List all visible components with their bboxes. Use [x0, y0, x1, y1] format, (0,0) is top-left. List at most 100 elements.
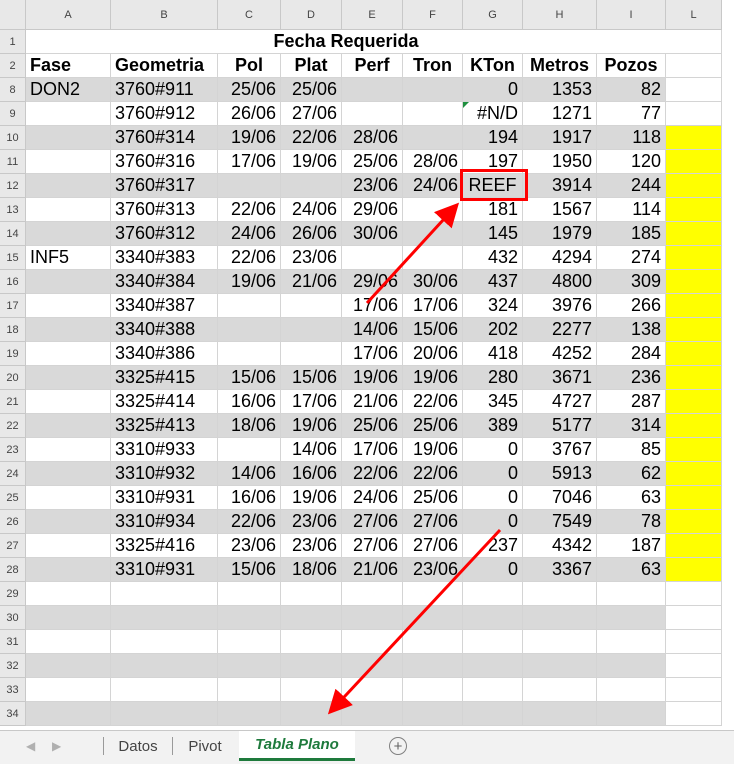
table-cell[interactable]	[218, 606, 281, 630]
table-cell[interactable]: 22/06	[403, 462, 463, 486]
grid-cell-l[interactable]	[666, 510, 722, 534]
table-cell[interactable]: 14/06	[342, 318, 403, 342]
table-cell[interactable]	[403, 198, 463, 222]
row-header[interactable]: 8	[0, 78, 26, 102]
table-cell[interactable]: 30/06	[403, 270, 463, 294]
table-cell[interactable]	[281, 342, 342, 366]
table-cell[interactable]	[26, 654, 111, 678]
grid-cell-l[interactable]	[666, 222, 722, 246]
table-cell[interactable]: 114	[597, 198, 666, 222]
table-cell[interactable]	[281, 318, 342, 342]
table-cell[interactable]	[342, 678, 403, 702]
table-cell[interactable]: 27/06	[403, 534, 463, 558]
table-cell[interactable]	[597, 630, 666, 654]
grid-cell-l[interactable]	[666, 654, 722, 678]
table-cell[interactable]	[26, 294, 111, 318]
tab-datos[interactable]: Datos	[104, 731, 172, 761]
table-cell[interactable]: 5913	[523, 462, 597, 486]
table-cell[interactable]: 63	[597, 558, 666, 582]
grid-cell-l[interactable]	[666, 462, 722, 486]
table-cell[interactable]	[597, 678, 666, 702]
grid-cell-l[interactable]	[666, 150, 722, 174]
table-cell[interactable]	[281, 630, 342, 654]
table-cell[interactable]: 418	[463, 342, 523, 366]
row-header[interactable]: 2	[0, 54, 26, 78]
table-cell[interactable]: 0	[463, 78, 523, 102]
table-cell[interactable]	[597, 702, 666, 726]
table-cell[interactable]: 3760#912	[111, 102, 218, 126]
row-header[interactable]: 28	[0, 558, 26, 582]
table-cell[interactable]: 30/06	[342, 222, 403, 246]
table-cell[interactable]	[218, 702, 281, 726]
table-cell[interactable]: 14/06	[281, 438, 342, 462]
table-cell[interactable]: 22/06	[218, 198, 281, 222]
grid-cell-l[interactable]	[666, 174, 722, 198]
table-cell[interactable]: 4294	[523, 246, 597, 270]
row-header[interactable]: 14	[0, 222, 26, 246]
table-cell[interactable]: 194	[463, 126, 523, 150]
table-cell[interactable]: 1567	[523, 198, 597, 222]
table-cell[interactable]	[111, 582, 218, 606]
table-cell[interactable]: 236	[597, 366, 666, 390]
table-cell[interactable]	[218, 582, 281, 606]
row-header[interactable]: 32	[0, 654, 26, 678]
table-cell[interactable]: 19/06	[281, 414, 342, 438]
table-cell[interactable]: 1271	[523, 102, 597, 126]
table-cell[interactable]	[26, 342, 111, 366]
table-cell[interactable]: 24/06	[281, 198, 342, 222]
grid-cell-l[interactable]	[666, 630, 722, 654]
table-cell[interactable]	[403, 702, 463, 726]
table-cell[interactable]: 23/06	[403, 558, 463, 582]
table-cell[interactable]: 21/06	[342, 390, 403, 414]
table-cell[interactable]	[403, 246, 463, 270]
grid-cell[interactable]	[666, 30, 722, 54]
table-cell[interactable]: 22/06	[218, 510, 281, 534]
table-cell[interactable]	[111, 606, 218, 630]
select-all-corner[interactable]	[0, 0, 26, 30]
column-header-h[interactable]: H	[523, 0, 597, 30]
tab-tabla-plano[interactable]: Tabla Plano	[239, 731, 355, 761]
table-cell[interactable]: 7046	[523, 486, 597, 510]
column-title-tron[interactable]: Tron	[403, 54, 463, 78]
table-cell[interactable]: 22/06	[342, 462, 403, 486]
table-cell[interactable]: 1950	[523, 150, 597, 174]
grid-cell-l[interactable]	[666, 414, 722, 438]
row-header[interactable]: 19	[0, 342, 26, 366]
chevron-left-icon[interactable]: ◀	[26, 739, 35, 753]
table-cell[interactable]: 28/06	[403, 150, 463, 174]
table-cell[interactable]: 2277	[523, 318, 597, 342]
table-cell[interactable]	[26, 366, 111, 390]
table-cell[interactable]: 25/06	[342, 150, 403, 174]
row-header[interactable]: 23	[0, 438, 26, 462]
table-cell[interactable]	[111, 654, 218, 678]
row-header[interactable]: 16	[0, 270, 26, 294]
table-cell[interactable]	[403, 654, 463, 678]
row-header[interactable]: 25	[0, 486, 26, 510]
table-cell[interactable]: 22/06	[403, 390, 463, 414]
table-cell[interactable]	[523, 630, 597, 654]
table-cell[interactable]	[218, 342, 281, 366]
table-cell[interactable]: 24/06	[218, 222, 281, 246]
table-cell[interactable]: 3325#413	[111, 414, 218, 438]
table-cell[interactable]	[342, 102, 403, 126]
table-cell[interactable]	[463, 606, 523, 630]
table-cell[interactable]	[342, 702, 403, 726]
table-cell[interactable]	[26, 534, 111, 558]
column-title-pozos[interactable]: Pozos	[597, 54, 666, 78]
table-cell[interactable]: 77	[597, 102, 666, 126]
table-cell[interactable]: 0	[463, 438, 523, 462]
column-header-g[interactable]: G	[463, 0, 523, 30]
table-cell[interactable]: 85	[597, 438, 666, 462]
row-header[interactable]: 12	[0, 174, 26, 198]
table-cell[interactable]: 237	[463, 534, 523, 558]
row-header[interactable]: 10	[0, 126, 26, 150]
row-header[interactable]: 17	[0, 294, 26, 318]
table-cell[interactable]	[26, 582, 111, 606]
table-cell[interactable]: 17/06	[281, 390, 342, 414]
table-cell[interactable]	[111, 678, 218, 702]
table-cell[interactable]	[523, 702, 597, 726]
grid-cell-l[interactable]	[666, 342, 722, 366]
table-cell[interactable]: 3340#383	[111, 246, 218, 270]
row-header[interactable]: 20	[0, 366, 26, 390]
table-cell[interactable]: 0	[463, 486, 523, 510]
